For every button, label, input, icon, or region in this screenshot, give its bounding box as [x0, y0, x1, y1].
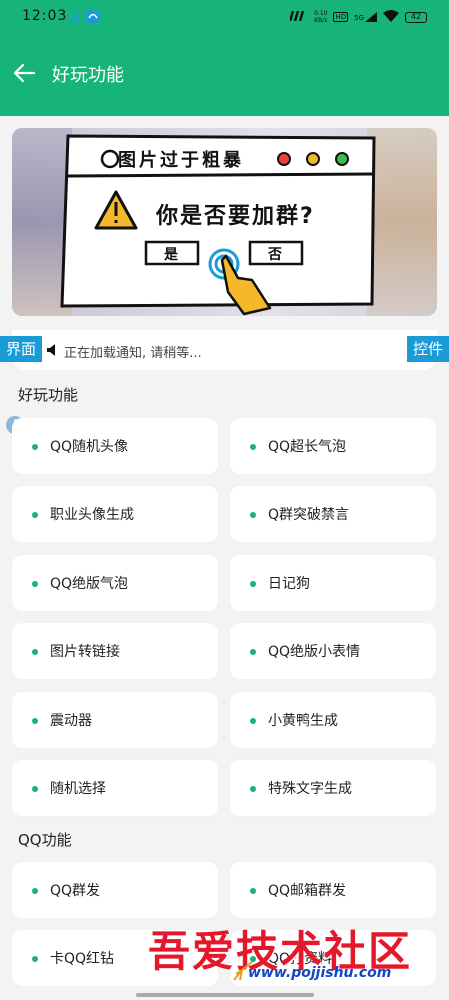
signal-bars-icon	[288, 10, 308, 24]
app-notification-icon	[86, 9, 100, 23]
feature-label: QQ邮箱群发	[268, 883, 347, 899]
feature-card[interactable]: QQ绝版气泡	[12, 555, 218, 611]
section-title-qq: QQ功能	[18, 831, 72, 849]
notice-bar[interactable]: 正在加载通知, 请稍等...	[12, 330, 437, 370]
app-bar: 好玩功能	[0, 34, 449, 116]
cellular-signal: 5G	[354, 12, 377, 22]
bullet-dot-icon	[250, 512, 256, 518]
speaker-icon	[46, 342, 60, 356]
bullet-dot-icon	[32, 444, 38, 450]
cell-signal-icon	[365, 12, 377, 22]
download-icon	[68, 9, 82, 23]
feature-label: 职业头像生成	[50, 507, 134, 523]
feature-label: Q群突破禁言	[268, 507, 350, 523]
bullet-dot-icon	[32, 956, 38, 962]
interface-tag[interactable]: 界面	[0, 336, 43, 362]
feature-card[interactable]: QQ绝版小表情	[230, 623, 436, 679]
bullet-dot-icon	[32, 718, 38, 724]
feature-card[interactable]: 图片转链接	[12, 623, 218, 679]
bullet-dot-icon	[32, 512, 38, 518]
feature-label: QQ超长气泡	[268, 439, 347, 455]
bullet-dot-icon	[250, 444, 256, 450]
feature-label: QQ绝版气泡	[50, 576, 129, 592]
hd-indicator: HD	[333, 12, 349, 22]
page-title: 好玩功能	[52, 65, 124, 86]
status-right-icons: 0.10 KB/s HD 5G 42	[288, 8, 427, 26]
bullet-dot-icon	[32, 581, 38, 587]
dialog-yes-label: 是	[164, 247, 178, 263]
feature-label: 特殊文字生成	[268, 781, 352, 797]
net-speed-unit: KB/s	[314, 17, 328, 24]
home-indicator[interactable]	[136, 993, 314, 997]
wifi-icon	[383, 9, 399, 25]
feature-label: 卡QQ红钻	[50, 951, 115, 967]
feature-label: QQ随机头像	[50, 439, 129, 455]
status-bar: 12:03 0.10 KB/s HD 5G 42	[0, 0, 449, 34]
feature-label: 震动器	[50, 713, 92, 729]
back-arrow-icon[interactable]	[12, 60, 38, 86]
feature-label: QQ群发	[50, 883, 101, 899]
feature-card[interactable]: Q群突破禁言	[230, 486, 436, 542]
feature-card[interactable]: QQ群发	[12, 862, 218, 918]
dialog-title: 图片过于粗暴	[118, 150, 244, 171]
status-time: 12:03	[22, 8, 68, 24]
bullet-dot-icon	[250, 718, 256, 724]
dialog-no-label: 否	[268, 247, 282, 263]
feature-label: 日记狗	[268, 576, 310, 592]
notice-text: 正在加载通知, 请稍等...	[64, 346, 202, 361]
net-speed-value: 0.10	[314, 10, 328, 17]
bullet-dot-icon	[32, 649, 38, 655]
feature-card[interactable]: 随机选择	[12, 760, 218, 816]
widget-tag[interactable]: 控件	[406, 336, 449, 362]
feature-label: 小黄鸭生成	[268, 713, 338, 729]
feature-label: 图片转链接	[50, 644, 120, 660]
feature-card[interactable]: QQ随机头像	[12, 418, 218, 474]
watermark-url: www.pojjishu.com	[248, 965, 392, 981]
feature-card[interactable]: 日记狗	[230, 555, 436, 611]
bullet-dot-icon	[250, 581, 256, 587]
feature-card[interactable]: 小黄鸭生成	[230, 692, 436, 748]
bullet-dot-icon	[250, 786, 256, 792]
feature-card[interactable]: 职业头像生成	[12, 486, 218, 542]
section-title-fun: 好玩功能	[18, 386, 79, 404]
feature-card[interactable]: QQ邮箱群发	[230, 862, 436, 918]
bullet-dot-icon	[32, 888, 38, 894]
bullet-dot-icon	[32, 786, 38, 792]
feature-card[interactable]: QQ超长气泡	[230, 418, 436, 474]
battery-icon: 42	[405, 11, 427, 23]
feature-label: QQ绝版小表情	[268, 644, 361, 660]
net-speed: 0.10 KB/s	[314, 10, 327, 24]
feature-card[interactable]: 震动器	[12, 692, 218, 748]
bullet-dot-icon	[250, 649, 256, 655]
feature-card[interactable]: 特殊文字生成	[230, 760, 436, 816]
bullet-dot-icon	[250, 888, 256, 894]
feature-label: 随机选择	[50, 781, 106, 797]
signal-5g-label: 5G	[354, 14, 364, 22]
dialog-question: 你是否要加群?	[156, 204, 315, 229]
